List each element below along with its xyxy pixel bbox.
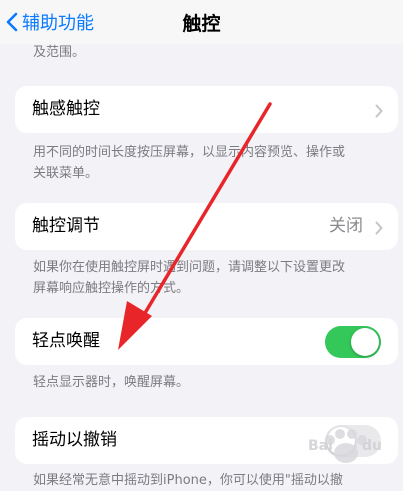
- tap-to-wake-description: 轻点显示器时，唤醒屏幕。: [33, 375, 190, 390]
- chevron-right-icon: [375, 220, 383, 239]
- shake-to-undo-description: 如果经常无意中摇动到iPhone，你可以使用"摇动以撤: [33, 473, 343, 488]
- touch-accommodations-description-line2: 屏幕响应触控操作的方式。: [33, 281, 190, 296]
- tap-to-wake-row: 轻点唤醒: [15, 318, 398, 365]
- touch-accommodations-label: 触控调节: [32, 216, 100, 236]
- tap-to-wake-toggle[interactable]: [325, 326, 381, 358]
- tap-to-wake-label: 轻点唤醒: [32, 331, 100, 351]
- haptic-touch-description: 用不同的时间长度按压屏幕，以显示内容预览、操作或 关联菜单。: [33, 142, 378, 184]
- haptic-touch-description-line2: 关联菜单。: [33, 166, 99, 181]
- page-title: 触控: [182, 13, 221, 35]
- shake-to-undo-label: 摇动以撤销: [32, 430, 117, 450]
- intro-description: 及范围。: [33, 45, 86, 60]
- toggle-knob: [351, 328, 379, 356]
- touch-accommodations-description-line1: 如果你在使用触控屏时遇到问题，请调整以下设置更改: [33, 260, 346, 275]
- haptic-touch-description-line1: 用不同的时间长度按压屏幕，以显示内容预览、操作或: [33, 145, 346, 160]
- navigation-bar: 辅助功能 触控: [0, 0, 403, 44]
- touch-accommodations-description: 如果你在使用触控屏时遇到问题，请调整以下设置更改 屏幕响应触控操作的方式。: [33, 257, 378, 299]
- haptic-touch-label: 触感触控: [32, 99, 100, 119]
- haptic-touch-row[interactable]: 触感触控: [15, 86, 398, 133]
- chevron-right-icon: [375, 103, 383, 122]
- baidu-watermark-logo: Bai du: [300, 420, 403, 470]
- touch-accommodations-row[interactable]: 触控调节 关闭: [15, 203, 398, 250]
- svg-text:Bai: Bai: [308, 438, 333, 454]
- svg-text:du: du: [362, 438, 382, 454]
- touch-accommodations-value: 关闭: [329, 216, 363, 236]
